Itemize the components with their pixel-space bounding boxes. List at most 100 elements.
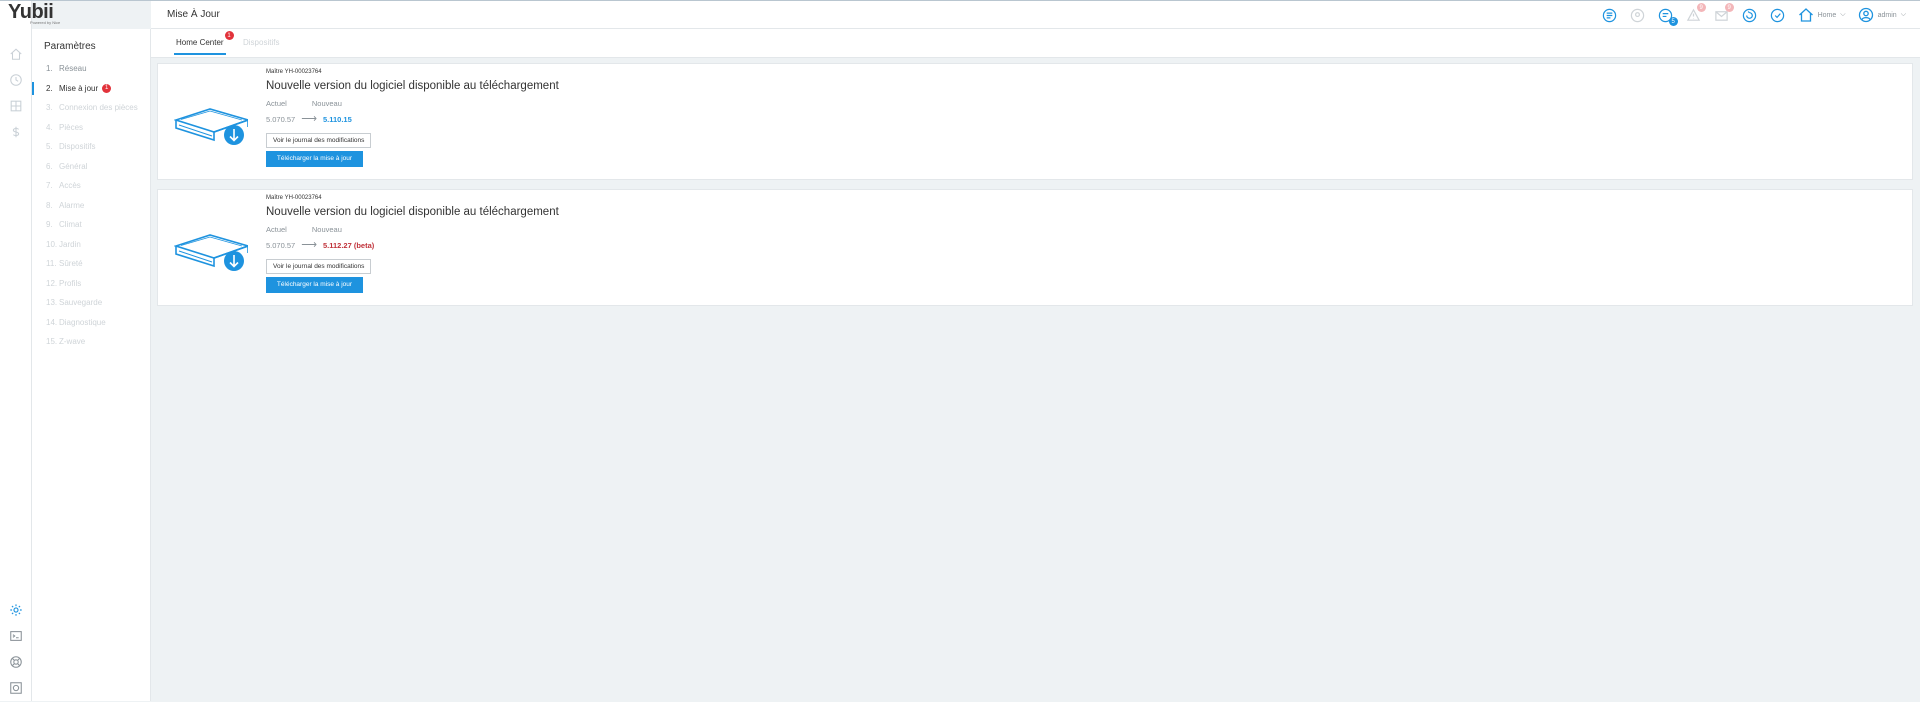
user-status-icon[interactable] [1630, 7, 1646, 23]
item-number: 15. [46, 337, 58, 347]
user-icon [1858, 7, 1873, 23]
grid-icon[interactable] [9, 99, 23, 113]
sidebar-item-label: Connexion des pièces [59, 103, 138, 113]
messages-count-badge: 5 [1668, 17, 1678, 26]
sidebar-item-label: Mise à jour [59, 83, 99, 93]
top-header: Mise À Jour 5 9 9 Home ⌵ admin ⌵ [151, 1, 1920, 29]
item-number: 5. [46, 142, 53, 152]
house-selector[interactable]: Home ⌵ [1798, 7, 1846, 23]
sidebar-item-mise-a-jour[interactable]: 2. Mise à jour 1 [32, 79, 151, 99]
terminal-icon[interactable] [9, 629, 23, 643]
logo-subtext: Powered by Nice [30, 20, 61, 25]
update-info: Maître YH-00023764 Nouvelle version du l… [266, 69, 559, 167]
sidebar-item-label: Alarme [59, 200, 85, 210]
tab-bar: Home Center 1 Dispositifs [151, 29, 1920, 58]
clock-icon[interactable] [9, 73, 23, 87]
warning-count-badge: 9 [1696, 3, 1706, 12]
download-update-button[interactable]: Télécharger la mise à jour [266, 277, 363, 293]
sidebar-item-label: Sûreté [59, 259, 83, 269]
download-update-button[interactable]: Télécharger la mise à jour [266, 151, 363, 167]
arrow-right-icon: ⟶ [301, 113, 317, 125]
sidebar-item-label: Profils [59, 278, 82, 288]
view-changelog-button[interactable]: Voir le journal des modifications [266, 133, 372, 148]
sidebar-item-label: Dispositifs [59, 142, 96, 152]
page-title: Mise À Jour [167, 9, 220, 20]
update-info: Maître YH-00023764 Nouvelle version du l… [266, 195, 559, 293]
tab-label: Dispositifs [243, 38, 280, 47]
sidebar-item-reseau[interactable]: 1. Réseau [32, 59, 151, 79]
logo-text: Yubii [8, 1, 54, 23]
item-number: 9. [46, 220, 53, 230]
sidebar-item-label: Réseau [59, 64, 87, 74]
dollar-icon[interactable] [9, 125, 23, 139]
update-card: Maître YH-00023764 Nouvelle version du l… [157, 63, 1913, 180]
history-icon[interactable] [1742, 7, 1758, 23]
tab-home-center[interactable]: Home Center 1 [174, 31, 234, 55]
timer-icon[interactable] [1770, 7, 1786, 23]
chevron-down-icon: ⌵ [1840, 11, 1846, 18]
item-number: 4. [46, 122, 53, 132]
arrow-right-icon: ⟶ [301, 239, 317, 251]
tab-badge: 1 [224, 31, 234, 40]
device-download-icon [174, 108, 248, 145]
master-id: Maître YH-00023764 [266, 69, 322, 75]
list-icon[interactable] [1602, 7, 1618, 23]
sidebar-title: Paramètres [44, 41, 96, 52]
sidebar-item-label: Pièces [59, 122, 84, 132]
tab-label: Home Center [176, 38, 224, 47]
sidebar-item-general[interactable]: 6. Général [32, 157, 151, 177]
new-label: Nouveau [311, 99, 342, 108]
sidebar-item-dispositifs[interactable]: 5. Dispositifs [32, 137, 151, 157]
sidebar-item-label: Accès [59, 181, 81, 191]
current-version: 5.070.57 [266, 241, 296, 250]
item-number: 13. [46, 298, 58, 308]
warning-icon[interactable]: 9 [1686, 3, 1706, 23]
item-number: 2. [46, 83, 53, 93]
sidebar-item-sauvegarde[interactable]: 13. Sauvegarde [32, 293, 151, 313]
version-row: 5.070.57 ⟶ 5.112.27 (beta) [266, 239, 559, 251]
version-labels: Actuel Nouveau [266, 225, 559, 234]
update-heading: Nouvelle version du logiciel disponible … [266, 206, 559, 218]
help-icon[interactable] [9, 655, 23, 669]
user-menu[interactable]: admin ⌵ [1858, 7, 1906, 23]
item-number: 8. [46, 200, 53, 210]
item-number: 14. [46, 317, 58, 327]
new-label: Nouveau [311, 225, 342, 234]
update-heading: Nouvelle version du logiciel disponible … [266, 80, 559, 92]
sidebar-item-zwave[interactable]: 15. Z-wave [32, 332, 151, 352]
tab-dispositifs[interactable]: Dispositifs [243, 38, 279, 47]
item-number: 1. [46, 64, 53, 74]
item-number: 3. [46, 103, 53, 113]
current-label: Actuel [266, 99, 287, 108]
left-icon-rail [0, 1, 32, 701]
chevron-down-icon: ⌵ [1900, 11, 1906, 18]
mail-icon[interactable]: 9 [1714, 3, 1734, 23]
new-version-beta: 5.112.27 (beta) [322, 241, 375, 250]
sidebar-item-alarme[interactable]: 8. Alarme [32, 196, 151, 216]
item-number: 7. [46, 181, 53, 191]
sidebar-item-acces[interactable]: 7. Accès [32, 176, 151, 196]
settings-menu: 1. Réseau 2. Mise à jour 1 3. Connexion des … [32, 59, 151, 352]
view-changelog-button[interactable]: Voir le journal des modifications [266, 259, 372, 274]
sidebar-item-connexion[interactable]: 3. Connexion des pièces [32, 98, 151, 118]
sidebar-item-jardin[interactable]: 10. Jardin [32, 235, 151, 255]
current-label: Actuel [266, 225, 287, 234]
sidebar-item-label: Climat [59, 220, 82, 230]
item-number: 11. [46, 259, 57, 269]
sidebar-item-profils[interactable]: 12. Profils [32, 274, 151, 294]
sidebar-item-label: Diagnostique [59, 317, 106, 327]
sidebar-item-label: Jardin [59, 239, 81, 249]
power-icon[interactable] [9, 681, 23, 695]
mail-count-badge: 9 [1724, 3, 1734, 12]
update-card: Maître YH-00023764 Nouvelle version du l… [157, 189, 1913, 306]
sidebar-item-climat[interactable]: 9. Climat [32, 215, 151, 235]
logo: Yubii Powered by Nice [8, 1, 68, 27]
item-number: 12. [46, 278, 58, 288]
settings-icon[interactable] [9, 603, 23, 617]
sidebar-item-diagnostique[interactable]: 14. Diagnostique [32, 313, 151, 333]
item-number: 6. [46, 161, 53, 171]
sidebar-item-surete[interactable]: 11. Sûreté [32, 254, 151, 274]
home-icon[interactable] [9, 47, 23, 61]
sidebar-item-pieces[interactable]: 4. Pièces [32, 118, 151, 138]
messages-icon[interactable]: 5 [1658, 7, 1678, 26]
